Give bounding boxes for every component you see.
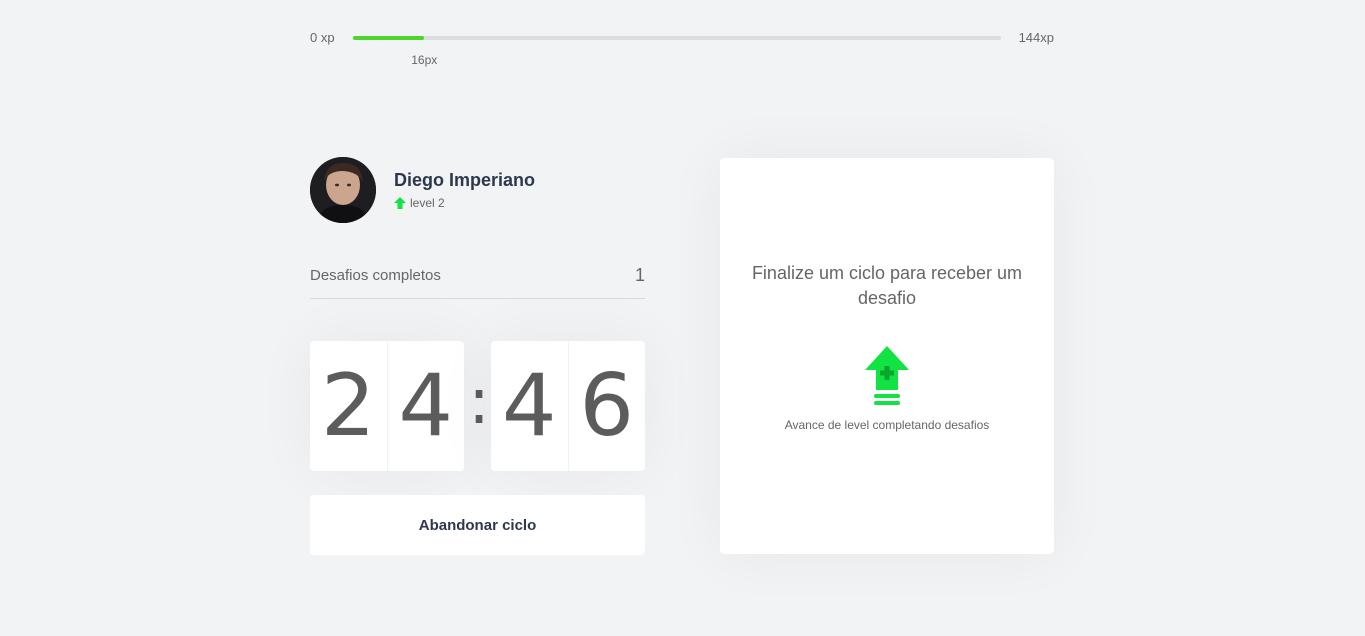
minute-digit-ones: 4 xyxy=(386,341,465,471)
profile: Diego Imperiano level 2 xyxy=(310,157,645,223)
profile-level: level 2 xyxy=(394,196,445,210)
countdown-minutes: 2 4 xyxy=(310,341,464,471)
xp-current-label: 16px xyxy=(411,53,438,67)
completed-challenges-count: 1 xyxy=(634,265,645,285)
xp-track: 16px xyxy=(353,36,1001,67)
challenge-box-title: Finalize um ciclo para receber um desafi… xyxy=(751,263,1023,308)
avatar xyxy=(310,157,376,223)
challenge-box-hint: Avance de level completando desafios xyxy=(784,418,990,432)
level-up-arrow-icon xyxy=(394,197,406,209)
second-digit-tens: 4 xyxy=(501,356,557,456)
minute-digit-tens: 2 xyxy=(320,356,376,456)
countdown-seconds: 4 6 xyxy=(491,341,645,471)
xp-progress-fill xyxy=(353,36,425,40)
experience-bar: 0 xp 16px 144xp xyxy=(310,28,1054,67)
abandon-cycle-button[interactable]: Abandonar ciclo xyxy=(310,495,645,555)
countdown-separator: : xyxy=(468,365,490,439)
level-up-icon xyxy=(865,346,909,405)
completed-challenges-label: Desafios completos xyxy=(310,267,441,284)
xp-max-label: 144xp xyxy=(1018,30,1054,45)
xp-min-label: 0 xp xyxy=(310,30,335,45)
profile-level-label: level 2 xyxy=(410,196,445,210)
profile-name: Diego Imperiano xyxy=(394,170,536,190)
countdown: 2 4 : 4 6 xyxy=(310,341,645,471)
completed-challenges: Desafios completos 1 xyxy=(310,262,645,299)
challenge-box: Finalize um ciclo para receber um desafi… xyxy=(720,158,1054,554)
second-digit-ones: 6 xyxy=(567,341,646,471)
